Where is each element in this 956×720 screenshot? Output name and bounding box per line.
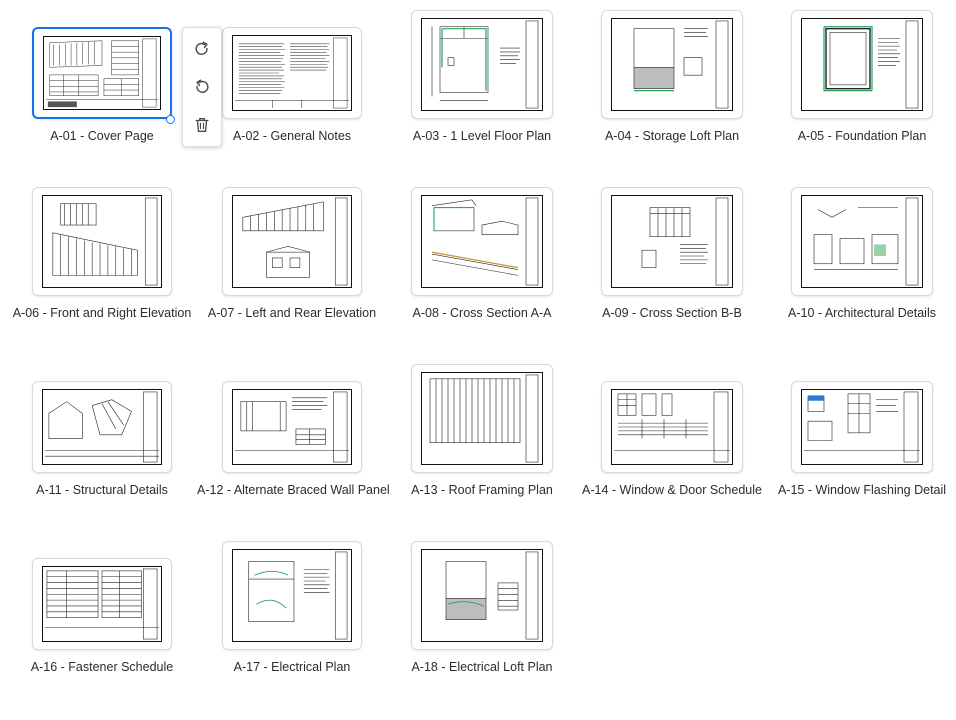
page-label: A-13 - Roof Framing Plan [411, 483, 553, 497]
rotate-clockwise-icon [195, 41, 208, 56]
page-thumbnail-a08[interactable] [411, 187, 553, 296]
page-label: A-12 - Alternate Braced Wall Panel [197, 483, 390, 497]
delete-page-button[interactable] [183, 106, 221, 144]
selection-handle[interactable] [166, 115, 175, 124]
page-thumbnail-a17[interactable] [222, 541, 362, 650]
sheet-preview [421, 195, 543, 288]
sheet-preview [801, 18, 923, 111]
page-thumbnail-a10[interactable] [791, 187, 933, 296]
page-label: A-09 - Cross Section B-B [602, 306, 742, 320]
rotate-counterclockwise-button[interactable] [183, 68, 221, 106]
sheet-preview [43, 36, 161, 110]
page-thumbnail-a14[interactable] [601, 381, 743, 473]
page-label: A-07 - Left and Rear Elevation [207, 306, 377, 320]
page-label: A-05 - Foundation Plan [797, 129, 927, 143]
rotate-counterclockwise-icon [196, 79, 209, 94]
page-actions-toolbar [182, 27, 222, 147]
page-thumbnail-a15[interactable] [791, 381, 933, 473]
sheet-preview [421, 18, 543, 111]
page-label: A-16 - Fastener Schedule [30, 660, 174, 674]
page-thumbnail-a03[interactable] [411, 10, 553, 119]
page-label: A-17 - Electrical Plan [233, 660, 351, 674]
sheet-preview [611, 195, 733, 288]
page-thumbnail-a09[interactable] [601, 187, 743, 296]
sheet-preview [42, 566, 162, 642]
page-thumbnail-a01[interactable] [32, 27, 172, 119]
page-label: A-02 - General Notes [232, 129, 352, 143]
page-label: A-10 - Architectural Details [788, 306, 936, 320]
sheet-preview [42, 389, 162, 465]
sheet-preview [801, 389, 923, 465]
page-label: A-01 - Cover Page [50, 129, 154, 143]
sheet-preview [611, 389, 733, 465]
sheet-preview [232, 389, 352, 465]
page-label: A-14 - Window & Door Schedule [582, 483, 762, 497]
sheet-preview [232, 195, 352, 288]
page-thumbnail-a05[interactable] [791, 10, 933, 119]
page-label: A-08 - Cross Section A-A [412, 306, 552, 320]
page-thumbnail-a07[interactable] [222, 187, 362, 296]
sheet-preview [421, 549, 543, 642]
sheet-preview [611, 18, 733, 111]
page-label: A-03 - 1 Level Floor Plan [412, 129, 552, 143]
page-label: A-11 - Structural Details [36, 483, 168, 497]
sheet-preview [801, 195, 923, 288]
page-thumbnail-a06[interactable] [32, 187, 172, 296]
rotate-clockwise-button[interactable] [183, 30, 221, 68]
page-thumbnail-a18[interactable] [411, 541, 553, 650]
sheet-preview [232, 549, 352, 642]
page-thumbnail-a04[interactable] [601, 10, 743, 119]
page-label: A-18 - Electrical Loft Plan [411, 660, 553, 674]
page-thumbnail-a02[interactable] [222, 27, 362, 119]
sheet-preview [421, 372, 543, 465]
page-thumbnail-a16[interactable] [32, 558, 172, 650]
page-thumbnail-a12[interactable] [222, 381, 362, 473]
page-thumbnail-a13[interactable] [411, 364, 553, 473]
sheet-preview [42, 195, 162, 288]
sheet-preview [232, 35, 352, 111]
page-thumbnail-a11[interactable] [32, 381, 172, 473]
page-label: A-15 - Window Flashing Detail [777, 483, 947, 497]
page-label: A-06 - Front and Right Elevation [12, 306, 192, 320]
page-organizer: A-01 - Cover Page A-02 - General Notes A… [0, 0, 956, 720]
trash-icon [195, 118, 209, 132]
page-label: A-04 - Storage Loft Plan [604, 129, 740, 143]
